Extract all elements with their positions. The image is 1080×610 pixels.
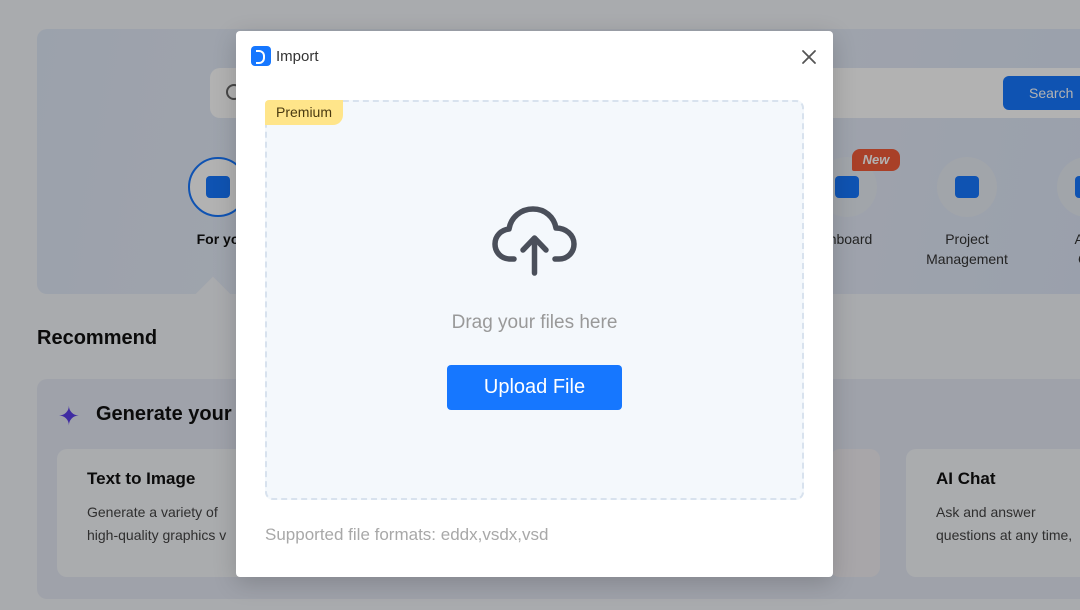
supported-formats: Supported file formats: eddx,vsdx,vsd (265, 525, 549, 544)
app-logo-icon (251, 46, 271, 66)
dialog-title: Import (276, 48, 319, 65)
cloud-upload-icon (492, 206, 577, 276)
import-dialog: Import Premium Drag your files here Uplo… (236, 31, 833, 577)
close-icon[interactable] (799, 47, 819, 67)
drag-hint: Drag your files here (451, 312, 618, 333)
premium-badge: Premium (265, 100, 344, 125)
upload-file-button[interactable]: Upload File (447, 365, 622, 410)
file-drop-zone[interactable] (265, 100, 804, 500)
